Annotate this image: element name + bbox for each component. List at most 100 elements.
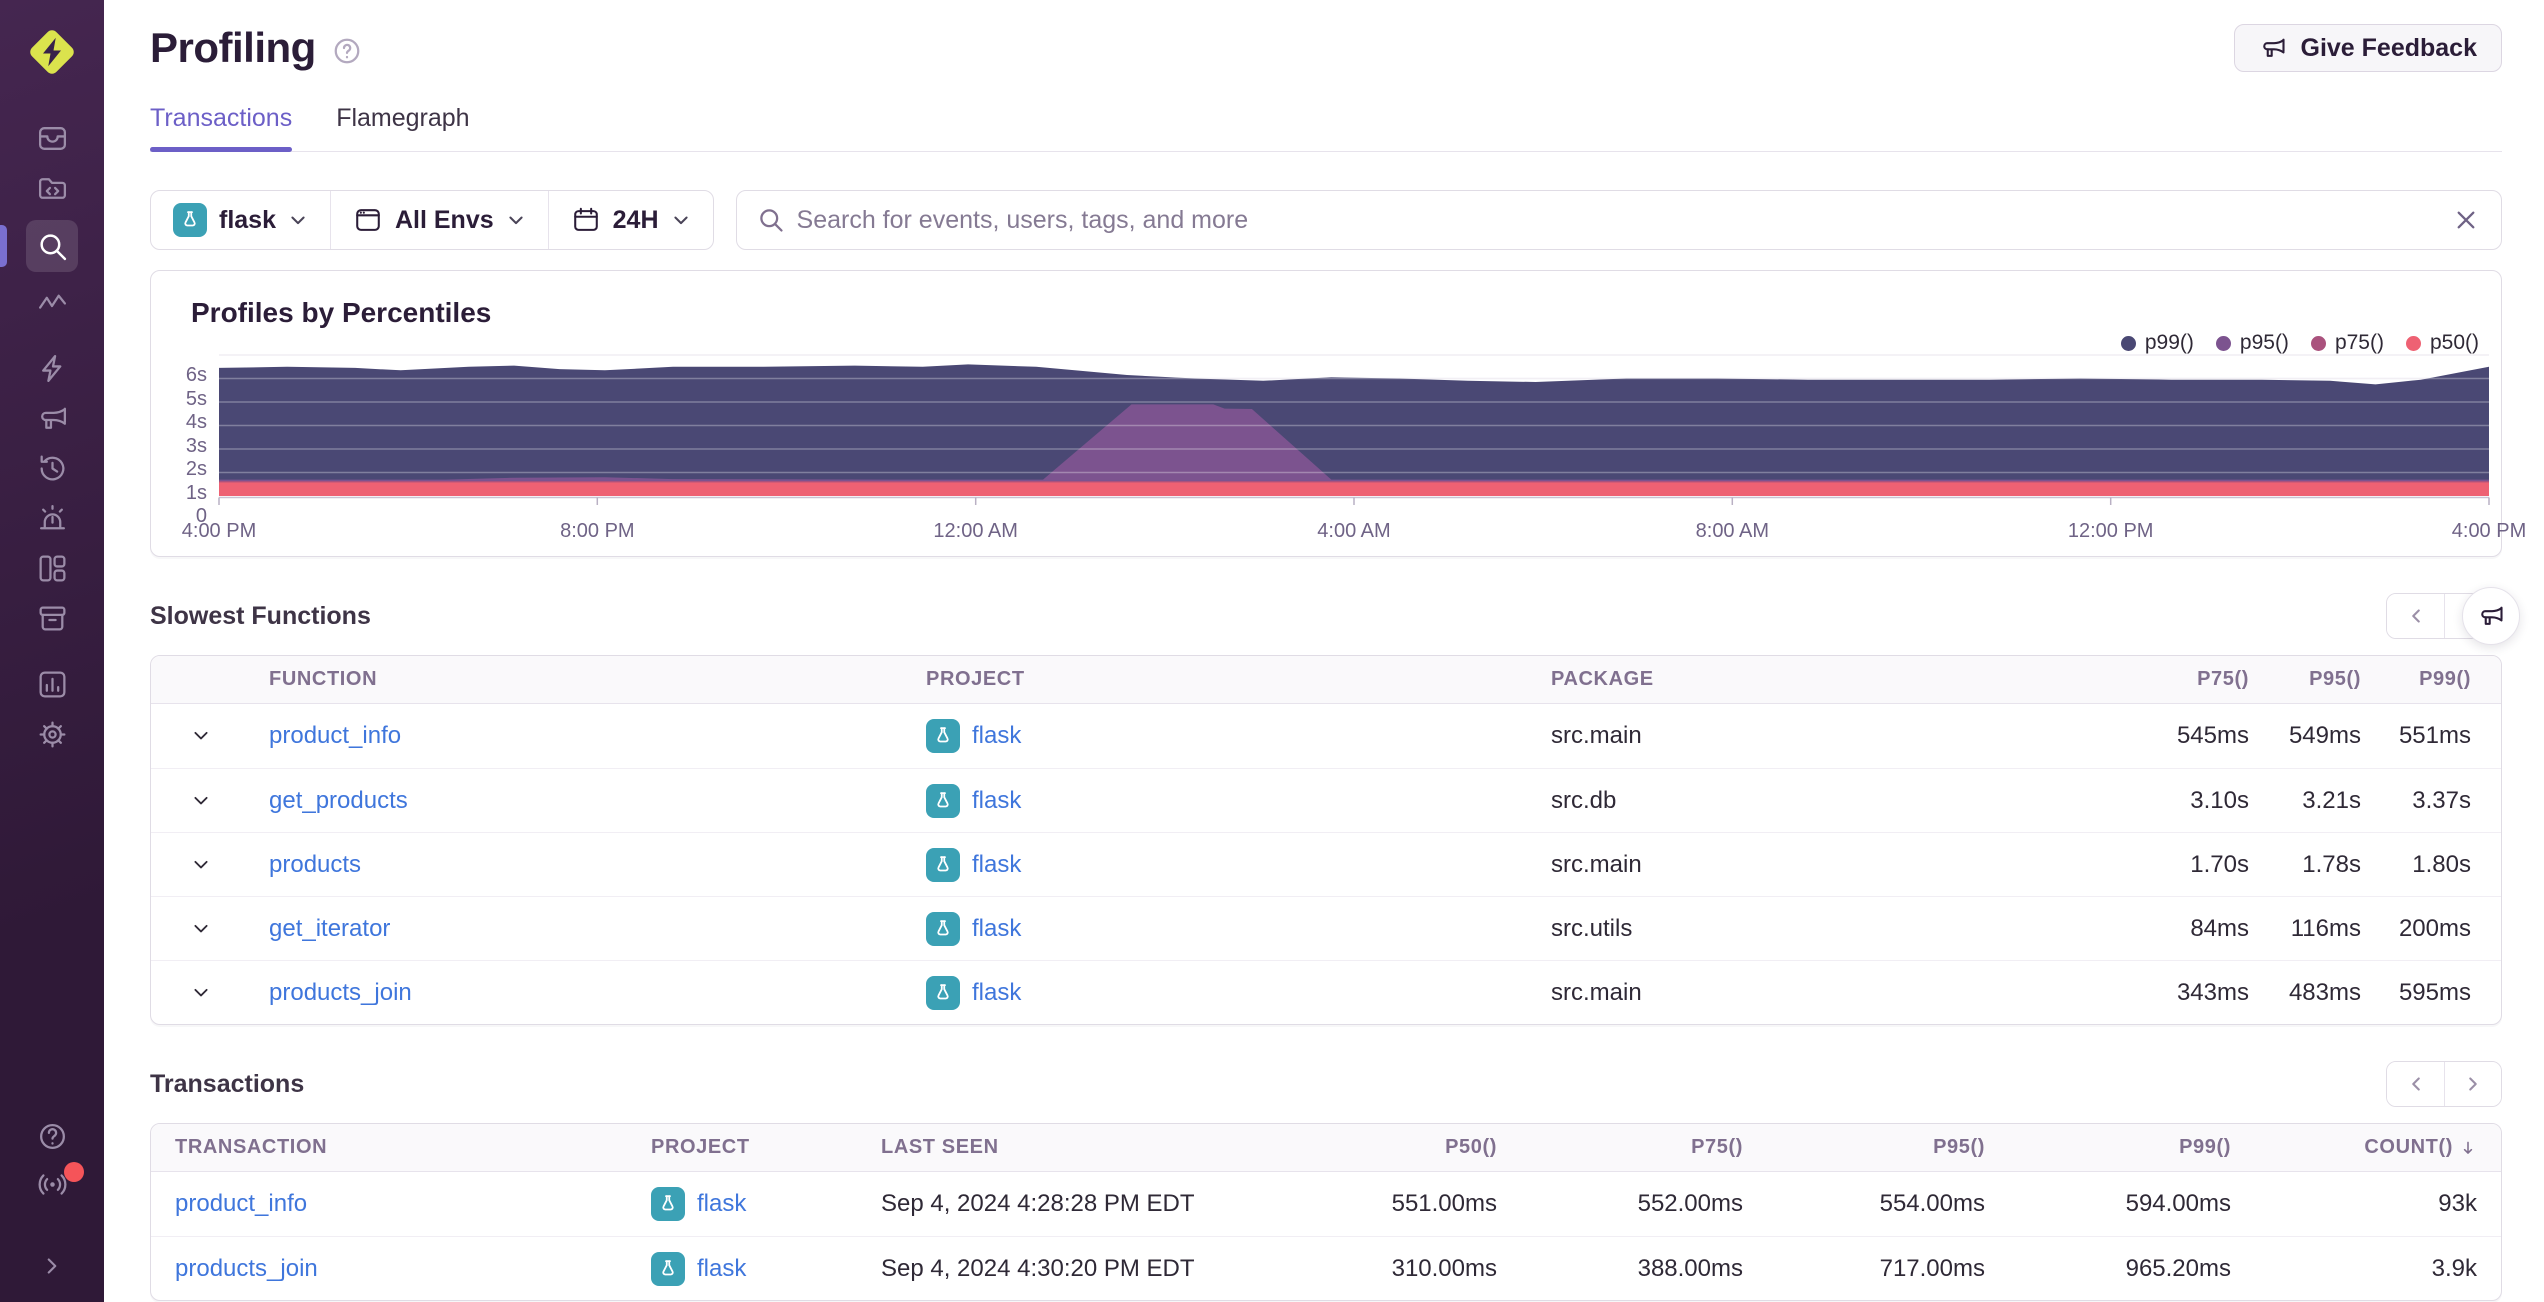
project-link[interactable]: flask	[697, 1190, 746, 1218]
col-last-seen: LAST SEEN	[881, 1136, 999, 1158]
col-count-sort[interactable]: COUNT()	[2231, 1136, 2501, 1159]
function-link[interactable]: get_iterator	[269, 915, 390, 942]
title-help-icon[interactable]	[332, 36, 362, 66]
sidebar-item-help[interactable]	[26, 1118, 78, 1154]
package-cell: src.main	[1551, 722, 1642, 749]
p95-cell: 483ms	[2288, 978, 2361, 1006]
expand-row-button[interactable]	[151, 833, 251, 896]
project-link[interactable]: flask	[972, 915, 1021, 943]
y-axis-label: 5s	[185, 387, 207, 410]
environment-filter-value: All Envs	[394, 205, 494, 234]
chevron-left-icon	[2411, 609, 2420, 623]
environment-filter[interactable]: All Envs	[329, 191, 548, 249]
flask-project-icon	[926, 911, 960, 946]
p99-cell: 1.80s	[2412, 850, 2471, 878]
sort-desc-arrow-icon	[2463, 1141, 2473, 1154]
last-seen-cell: Sep 4, 2024 4:30:20 PM EDT	[881, 1254, 1195, 1282]
project-link[interactable]: flask	[972, 851, 1021, 879]
table-header-row: FUNCTION PROJECT PACKAGE P75() P95() P99…	[151, 656, 2501, 704]
package-cell: src.utils	[1551, 914, 1633, 942]
sidebar-item-quickstart[interactable]	[26, 350, 78, 386]
project-link[interactable]: flask	[972, 979, 1021, 1007]
p95-cell: 116ms	[2290, 914, 2361, 942]
col-package: PACKAGE	[1551, 668, 1654, 690]
x-axis-label: 12:00 AM	[933, 520, 1018, 542]
sidebar-item-explore[interactable]	[0, 220, 78, 272]
transactions-header: Transactions	[150, 1061, 2502, 1107]
sentry-logo-icon	[30, 30, 74, 74]
prev-page-button[interactable]	[2387, 594, 2444, 638]
chevron-left-icon	[2411, 1077, 2420, 1091]
flask-project-icon	[926, 975, 960, 1010]
tab-transactions[interactable]: Transactions	[150, 104, 293, 152]
megaphone-icon	[2481, 606, 2503, 625]
sidebar-item-issues[interactable]	[26, 120, 78, 156]
table-row: products_join flask Sep 4, 2024 4:30:20 …	[151, 1236, 2501, 1300]
slowest-functions-table: FUNCTION PROJECT PACKAGE P75() P95() P99…	[150, 655, 2502, 1025]
expand-row-button[interactable]	[151, 704, 251, 768]
p75-cell: 3.10s	[2190, 786, 2249, 814]
sidebar-item-replays[interactable]	[26, 450, 78, 486]
project-link[interactable]: flask	[697, 1255, 746, 1283]
col-function: FUNCTION	[269, 668, 378, 690]
x-axis-label: 4:00 PM	[181, 520, 257, 542]
y-axis-label: 1s	[185, 481, 207, 504]
window-icon	[356, 209, 380, 231]
y-axis-label: 2s	[185, 458, 207, 480]
alerts-siren-icon	[39, 504, 65, 529]
transaction-link[interactable]: products_join	[175, 1255, 318, 1282]
tab-flamegraph[interactable]: Flamegraph	[336, 104, 469, 151]
p95-cell: 549ms	[2288, 722, 2361, 749]
function-link[interactable]: products_join	[269, 979, 412, 1006]
p75-cell: 84ms	[2190, 914, 2249, 942]
sidebar-item-feedback[interactable]	[26, 400, 78, 436]
p95-cell: 1.78s	[2302, 850, 2361, 878]
project-link[interactable]: flask	[972, 787, 1021, 815]
sidebar-item-alerts[interactable]	[26, 500, 78, 536]
package-cell: src.main	[1551, 850, 1642, 878]
sidebar-item-projects[interactable]	[26, 170, 78, 206]
flask-project-icon	[926, 783, 960, 818]
floating-feedback-button[interactable]	[2462, 587, 2520, 645]
chevron-right-icon	[47, 1258, 57, 1274]
p75-cell: 545ms	[2176, 722, 2249, 749]
sidebar-item-traces[interactable]	[26, 286, 78, 322]
date-range-filter[interactable]: 24H	[547, 191, 713, 249]
package-cell: src.db	[1551, 786, 1617, 814]
sidebar-item-whats-new[interactable]	[26, 1162, 84, 1202]
sidebar-collapse-toggle[interactable]	[26, 1248, 78, 1284]
clear-search-icon[interactable]	[2453, 207, 2479, 233]
last-seen-cell: Sep 4, 2024 4:28:28 PM EDT	[881, 1190, 1195, 1217]
x-axis-label: 8:00 AM	[1695, 520, 1770, 542]
sidebar-bottom	[26, 1118, 84, 1284]
expand-row-button[interactable]	[151, 897, 251, 960]
search-input[interactable]	[796, 205, 2437, 235]
function-link[interactable]: product_info	[269, 722, 401, 749]
function-link[interactable]: get_products	[269, 787, 408, 814]
expand-row-button[interactable]	[151, 769, 251, 832]
sidebar-item-releases[interactable]	[26, 600, 78, 636]
next-page-button[interactable]	[2444, 1062, 2501, 1106]
x-axis-label: 8:00 PM	[560, 520, 635, 542]
give-feedback-button[interactable]: Give Feedback	[2233, 24, 2502, 72]
sentry-logo[interactable]	[26, 26, 78, 78]
col-p99: P99()	[2419, 668, 2471, 690]
sidebar-item-settings[interactable]	[26, 716, 78, 752]
search-explore-icon	[39, 233, 66, 260]
help-question-icon	[39, 1123, 65, 1149]
transaction-link[interactable]: product_info	[175, 1190, 307, 1217]
sidebar-item-stats[interactable]	[26, 666, 78, 702]
sidebar-item-dashboards[interactable]	[26, 550, 78, 586]
p95-cell: 717.00ms	[1879, 1254, 1985, 1282]
expand-row-button[interactable]	[151, 961, 251, 1024]
project-filter-value: flask	[219, 205, 276, 234]
function-link[interactable]: products	[269, 851, 361, 878]
p75-cell: 388.00ms	[1637, 1254, 1743, 1282]
traces-zigzag-icon	[38, 294, 66, 309]
slowest-functions-title: Slowest Functions	[150, 601, 371, 630]
slowest-functions-header: Slowest Functions	[150, 587, 2520, 645]
project-link[interactable]: flask	[972, 722, 1021, 750]
project-filter[interactable]: flask	[151, 191, 330, 249]
prev-page-button[interactable]	[2387, 1062, 2444, 1106]
releases-archive-icon	[39, 606, 65, 630]
